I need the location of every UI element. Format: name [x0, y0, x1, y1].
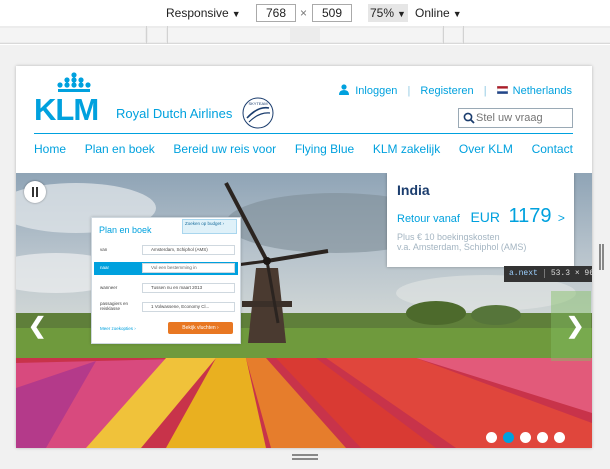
ruler-segment[interactable] — [148, 28, 166, 42]
offer-arrow-icon: > — [557, 211, 565, 225]
inspect-tooltip: a.next 53.3 × 96 — [504, 266, 592, 282]
search-box[interactable] — [458, 108, 573, 128]
resize-handle-bottom[interactable] — [292, 454, 318, 460]
header-divider — [34, 133, 573, 134]
ruler-divider — [146, 26, 147, 44]
nav-item-klm-zakelijk[interactable]: KLM zakelijk — [373, 142, 440, 164]
booking-row-label: van — [100, 247, 108, 252]
login-link[interactable]: Inloggen — [355, 85, 397, 97]
network-select[interactable]: Online ▼ — [415, 4, 462, 22]
logo-wordmark: KLM — [34, 92, 99, 127]
hero-carousel: ❮ ❯ India Retour vanaf EUR 1179 > Plus €… — [16, 173, 592, 448]
country-link[interactable]: Netherlands — [513, 85, 572, 97]
offer-card[interactable]: India Retour vanaf EUR 1179 > Plus € 10 … — [387, 173, 574, 267]
devtools-toolbar: Responsive▼ × 75%▼ Online▼ — [0, 0, 610, 26]
skyteam-logo-icon: SKYTEAM — [242, 97, 274, 129]
ruler-segment[interactable] — [320, 28, 442, 42]
nav-item-home[interactable]: Home — [34, 142, 66, 164]
caret-down-icon: ▼ — [397, 9, 406, 19]
carousel-dots — [486, 432, 565, 443]
device-label: Responsive — [166, 6, 229, 20]
next-slide-button[interactable]: ❯ — [566, 313, 584, 339]
offer-price: 1179 — [508, 205, 552, 227]
passengers-field[interactable]: 1 Volwassene, Economy Cl... — [142, 302, 235, 312]
to-field[interactable]: Vul een bestemming in — [142, 263, 235, 273]
search-icon — [463, 112, 475, 124]
user-icon — [339, 84, 350, 98]
ruler-divider — [443, 26, 444, 44]
offer-currency: EUR — [470, 209, 500, 225]
ruler-divider — [167, 26, 168, 44]
crown-icon — [57, 72, 91, 92]
nav-item-bereid-uw-reis-voor[interactable]: Bereid uw reis voor — [173, 142, 276, 164]
netherlands-flag-icon — [496, 85, 508, 97]
date-field[interactable]: Tussen nu en maart 2013 — [142, 283, 235, 293]
nav-item-over-klm[interactable]: Over KLM — [459, 142, 513, 164]
pause-button[interactable] — [24, 181, 46, 203]
search-input[interactable] — [476, 112, 568, 124]
separator: | — [483, 85, 487, 97]
height-input[interactable] — [312, 4, 352, 22]
tooltip-size: 53.3 × 96 — [543, 269, 592, 278]
carousel-dot[interactable] — [520, 432, 531, 443]
carousel-dot[interactable] — [537, 432, 548, 443]
logo-tagline: Royal Dutch Airlines — [116, 106, 233, 121]
device-stage: KLM Royal Dutch Airlines SKYTEAM Inlogge… — [0, 45, 610, 469]
ruler-divider — [463, 26, 464, 44]
carousel-dot[interactable] — [486, 432, 497, 443]
ruler-segment[interactable] — [168, 28, 290, 42]
utility-nav: Inloggen | Registeren | Netherlands — [339, 84, 572, 98]
view-flights-button[interactable]: Bekijk vluchten › — [168, 322, 233, 334]
klm-logo[interactable]: KLM Royal Dutch Airlines SKYTEAM — [34, 72, 279, 130]
nav-item-flying-blue[interactable]: Flying Blue — [295, 142, 354, 164]
times-symbol: × — [300, 6, 308, 20]
register-link[interactable]: Registeren — [420, 85, 473, 97]
offer-via-note: v.a. Amsterdam, Schiphol (AMS) — [397, 242, 527, 252]
caret-down-icon: ▼ — [231, 9, 241, 19]
device-select[interactable]: Responsive ▼ — [166, 4, 241, 22]
budget-search-badge[interactable]: Zoeken op budget › — [182, 219, 237, 234]
offer-price-row: Retour vanaf EUR 1179 > — [397, 205, 565, 228]
booking-row-from: van Amsterdam, Schiphol (AMS) — [94, 244, 238, 257]
booking-row-label: wanneer — [100, 285, 118, 290]
booking-title: Plan en boek — [99, 225, 152, 235]
booking-row-passengers: passagiers en reisklasse 1 Volwassene, E… — [94, 298, 238, 316]
tooltip-tag: a.next — [509, 269, 538, 278]
network-label: Online — [415, 6, 450, 20]
zoom-label: 75% — [370, 6, 395, 20]
zoom-select[interactable]: 75% ▼ — [368, 4, 408, 22]
more-options-link[interactable]: Meer zoekopties › — [100, 326, 136, 331]
from-field[interactable]: Amsterdam, Schiphol (AMS) — [142, 245, 235, 255]
media-query-ruler[interactable] — [0, 26, 610, 44]
nav-item-contact[interactable]: Contact — [532, 142, 573, 164]
carousel-dot-active[interactable] — [503, 432, 514, 443]
offer-fee-note: Plus € 10 boekingskosten — [397, 232, 500, 242]
separator: | — [407, 85, 411, 97]
carousel-dot[interactable] — [554, 432, 565, 443]
booking-row-to: naar Vul een bestemming in — [94, 262, 238, 275]
prev-slide-button[interactable]: ❮ — [28, 313, 46, 339]
booking-row-when: wanneer Tussen nu en maart 2013 — [94, 282, 238, 295]
page-viewport: KLM Royal Dutch Airlines SKYTEAM Inlogge… — [16, 66, 592, 448]
skyteam-text: SKYTEAM — [248, 101, 267, 106]
booking-widget: Plan en boek Zoeken op budget › van Amst… — [91, 217, 241, 344]
main-nav: Home Plan en boek Bereid uw reis voor Fl… — [34, 142, 573, 164]
offer-from-label: Retour vanaf — [397, 213, 460, 225]
booking-row-label: passagiers en reisklasse — [100, 301, 129, 311]
nav-item-plan-en-boek[interactable]: Plan en boek — [85, 142, 155, 164]
ruler-segment[interactable] — [0, 28, 145, 42]
caret-down-icon: ▼ — [452, 9, 462, 19]
ruler-segment[interactable] — [444, 28, 462, 42]
ruler-segment[interactable] — [464, 28, 610, 42]
resize-handle-right[interactable] — [599, 244, 604, 270]
width-input[interactable] — [256, 4, 296, 22]
booking-row-label: naar — [100, 265, 110, 270]
offer-destination: India — [397, 182, 430, 198]
